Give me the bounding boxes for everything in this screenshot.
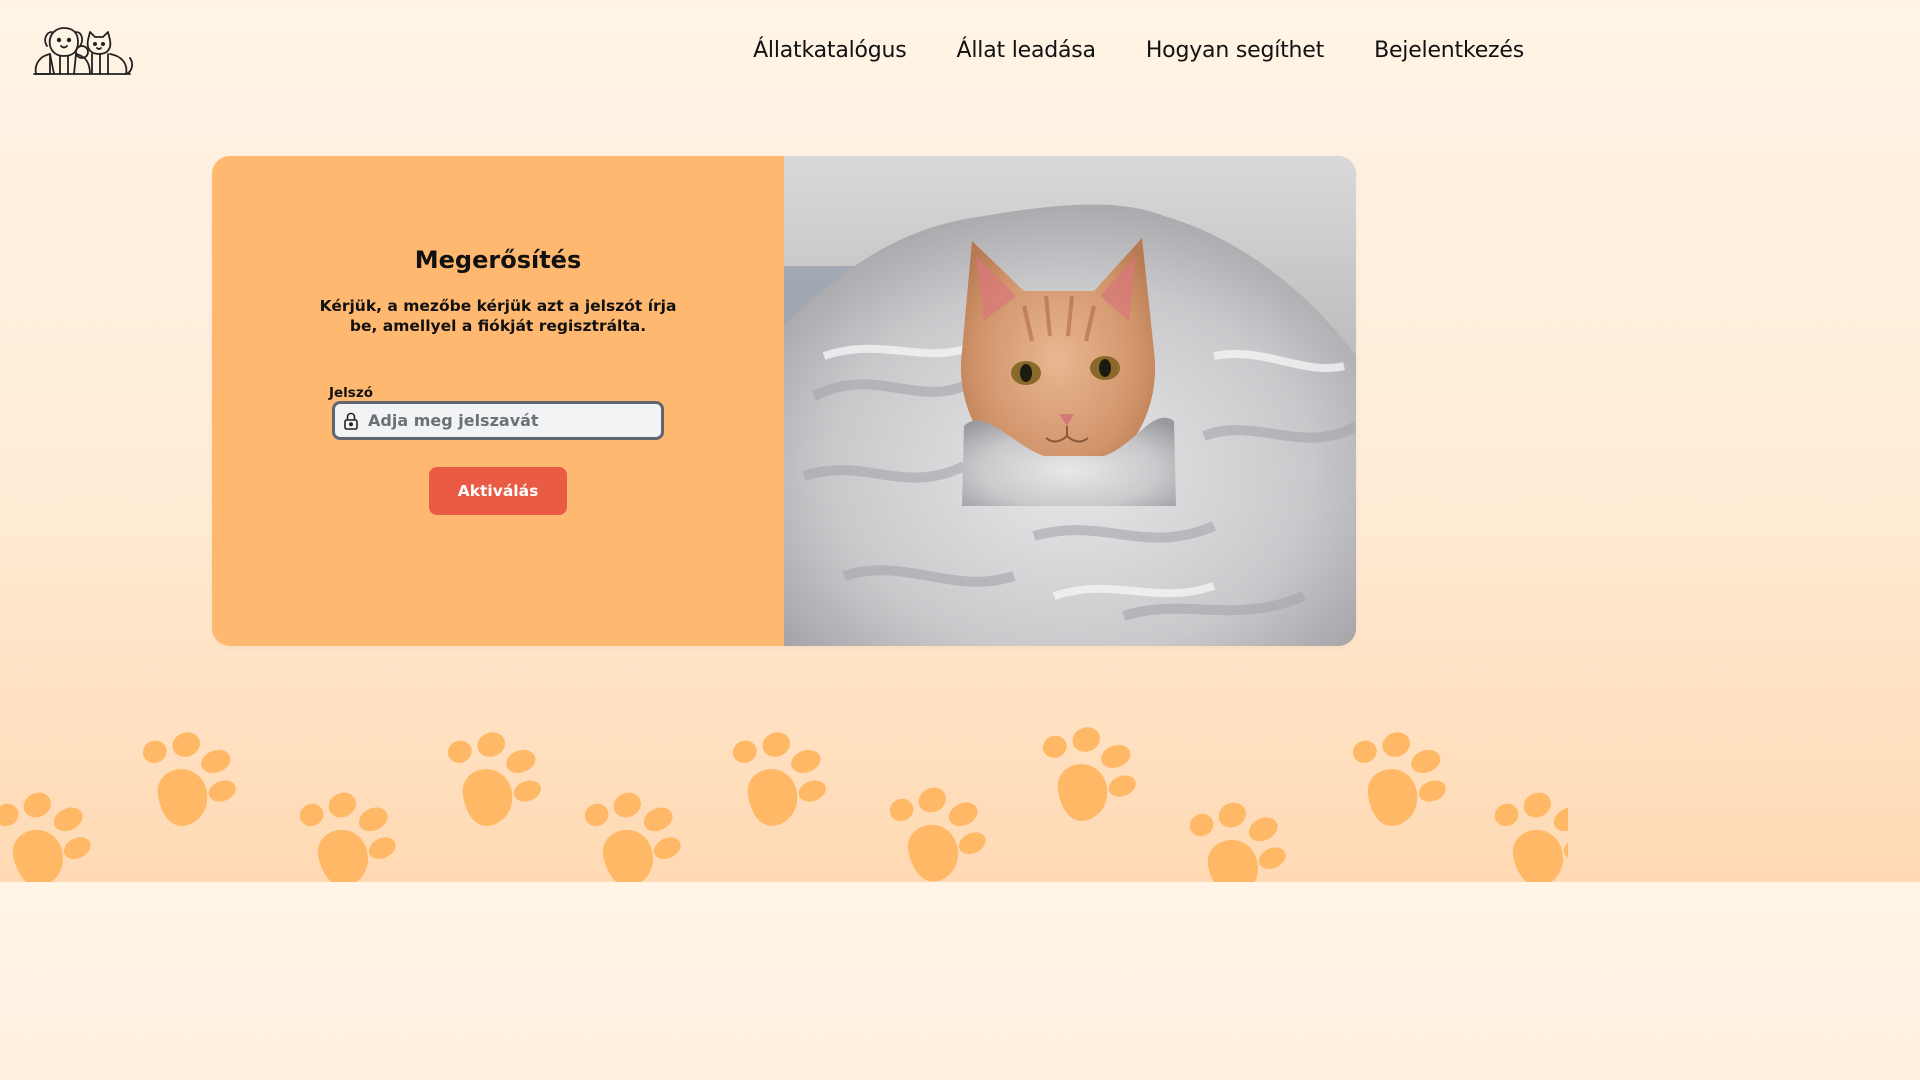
lock-icon xyxy=(344,412,358,430)
paw-print xyxy=(0,792,91,882)
paw-print xyxy=(889,787,986,882)
nav-how-to-help[interactable]: Hogyan segíthet xyxy=(1146,38,1324,63)
paw-print xyxy=(1042,727,1136,821)
nav-animal-surrender[interactable]: Állat leadása xyxy=(957,38,1096,63)
paw-print xyxy=(1352,732,1446,826)
cat-photo xyxy=(784,156,1356,646)
activate-button[interactable]: Aktiválás xyxy=(429,467,567,515)
paw-print xyxy=(299,792,396,882)
activation-card: Megerősítés Kérjük, a mezőbe kérjük azt … xyxy=(212,156,1356,646)
nav-login[interactable]: Bejelentkezés xyxy=(1374,38,1524,63)
main-nav: Állatkatalógus Állat leadása Hogyan segí… xyxy=(753,38,1524,63)
password-label: Jelszó xyxy=(329,385,373,401)
paw-print xyxy=(447,732,541,826)
cat-in-blanket-image xyxy=(784,156,1356,646)
nav-animal-catalog[interactable]: Állatkatalógus xyxy=(753,38,907,63)
paw-prints-decoration xyxy=(0,727,1568,882)
password-input[interactable] xyxy=(368,411,648,430)
paw-print xyxy=(142,732,236,826)
activation-form-panel: Megerősítés Kérjük, a mezőbe kérjük azt … xyxy=(212,156,784,646)
dog-and-cat-logo[interactable] xyxy=(30,24,136,78)
paw-print xyxy=(584,792,681,882)
form-title: Megerősítés xyxy=(414,246,582,274)
form-description: Kérjük, a mezőbe kérjük azt a jelszót ír… xyxy=(319,297,677,335)
paw-print xyxy=(1494,792,1568,882)
password-field[interactable] xyxy=(332,401,664,440)
paw-print xyxy=(1189,802,1286,882)
paw-print xyxy=(732,732,826,826)
